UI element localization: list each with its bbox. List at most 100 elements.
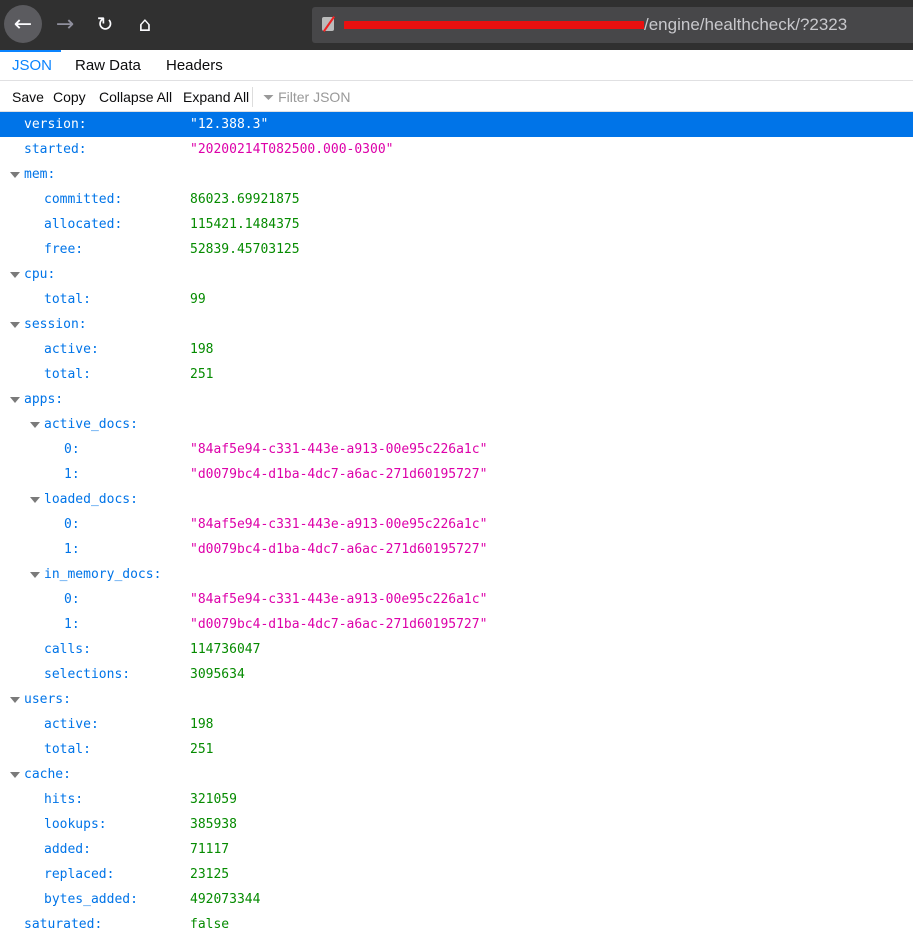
collapse-all-button[interactable]: Collapse All [99, 89, 172, 105]
browser-toolbar: ← → ↻ ⌂ /engine/healthcheck/?2323 [0, 0, 913, 50]
tab-headers[interactable]: Headers [166, 57, 223, 74]
expand-triangle-icon[interactable] [10, 272, 20, 278]
json-row[interactable]: 1: "d0079bc4-d1ba-4dc7-a6ac-271d60195727" [0, 537, 913, 562]
json-value: 492073344 [190, 892, 261, 907]
json-row[interactable]: 0: "84af5e94-c331-443e-a913-00e95c226a1c" [0, 587, 913, 612]
json-row[interactable]: cpu: [0, 262, 913, 287]
json-value: "84af5e94-c331-443e-a913-00e95c226a1c" [190, 517, 488, 532]
json-key: 1: [64, 467, 80, 482]
json-row[interactable]: 1: "d0079bc4-d1ba-4dc7-a6ac-271d60195727" [0, 612, 913, 637]
json-value: "84af5e94-c331-443e-a913-00e95c226a1c" [190, 592, 488, 607]
arrow-right-icon: → [55, 11, 75, 37]
json-row[interactable]: allocated: 115421.1484375 [0, 212, 913, 237]
json-row[interactable]: started: "20200214T082500.000-0300" [0, 137, 913, 162]
json-row[interactable]: saturated: false [0, 912, 913, 937]
json-row[interactable]: cache: [0, 762, 913, 787]
json-key: calls: [44, 642, 91, 657]
json-row[interactable]: lookups: 385938 [0, 812, 913, 837]
json-row[interactable]: replaced: 23125 [0, 862, 913, 887]
json-value: "12.388.3" [190, 117, 269, 132]
redacted-url-part [344, 16, 644, 35]
json-key: 1: [64, 617, 80, 632]
toolbar-divider [252, 87, 253, 107]
json-row[interactable]: apps: [0, 387, 913, 412]
tab-raw-data[interactable]: Raw Data [75, 57, 141, 74]
expand-all-button[interactable]: Expand All [183, 89, 249, 105]
json-row[interactable]: total: 251 [0, 362, 913, 387]
expand-triangle-icon[interactable] [30, 572, 40, 578]
json-row[interactable]: total: 99 [0, 287, 913, 312]
json-key: mem: [24, 167, 56, 182]
json-row[interactable]: 0: "84af5e94-c331-443e-a913-00e95c226a1c" [0, 437, 913, 462]
json-row[interactable]: active: 198 [0, 337, 913, 362]
json-row[interactable]: 1: "d0079bc4-d1ba-4dc7-a6ac-271d60195727" [0, 462, 913, 487]
json-key: saturated: [24, 917, 103, 932]
expand-triangle-icon[interactable] [10, 172, 20, 178]
expand-triangle-icon[interactable] [10, 322, 20, 328]
json-value: 71117 [190, 842, 230, 857]
home-button[interactable]: ⌂ [126, 5, 164, 43]
json-value: "84af5e94-c331-443e-a913-00e95c226a1c" [190, 442, 488, 457]
tab-json[interactable]: JSON [12, 57, 52, 74]
reload-icon: ↻ [96, 12, 114, 36]
json-key: bytes_added: [44, 892, 138, 907]
json-value: "20200214T082500.000-0300" [190, 142, 394, 157]
json-value: 198 [190, 342, 214, 357]
json-row[interactable]: mem: [0, 162, 913, 187]
json-key: committed: [44, 192, 123, 207]
json-value: false [190, 917, 230, 932]
save-button[interactable]: Save [12, 89, 44, 105]
json-row[interactable]: added: 71117 [0, 837, 913, 862]
filter-json-input[interactable]: ⏷ Filter JSON [263, 89, 350, 106]
json-row[interactable]: session: [0, 312, 913, 337]
home-icon: ⌂ [138, 12, 152, 36]
json-row[interactable]: version: "12.388.3" [0, 112, 913, 137]
reload-button[interactable]: ↻ [86, 5, 124, 43]
json-value: 251 [190, 367, 214, 382]
viewer-tabs: JSON Raw Data Headers [0, 50, 913, 81]
json-key: 1: [64, 542, 80, 557]
json-row[interactable]: committed: 86023.69921875 [0, 187, 913, 212]
expand-triangle-icon[interactable] [10, 397, 20, 403]
json-row[interactable]: users: [0, 687, 913, 712]
json-key: total: [44, 292, 91, 307]
json-row[interactable]: bytes_added: 492073344 [0, 887, 913, 912]
json-value: 52839.45703125 [190, 242, 300, 257]
json-key: 0: [64, 592, 80, 607]
json-row[interactable]: free: 52839.45703125 [0, 237, 913, 262]
expand-triangle-icon[interactable] [10, 772, 20, 778]
json-key: users: [24, 692, 71, 707]
json-key: hits: [44, 792, 84, 807]
json-value: 115421.1484375 [190, 217, 300, 232]
forward-button[interactable]: → [46, 5, 84, 43]
json-value: 198 [190, 717, 214, 732]
json-key: started: [24, 142, 87, 157]
json-key: lookups: [44, 817, 107, 832]
json-row[interactable]: active: 198 [0, 712, 913, 737]
copy-button[interactable]: Copy [53, 89, 86, 105]
json-key: active: [44, 342, 99, 357]
json-row[interactable]: calls: 114736047 [0, 637, 913, 662]
json-key: in_memory_docs: [44, 567, 162, 582]
json-key: apps: [24, 392, 64, 407]
expand-triangle-icon[interactable] [10, 697, 20, 703]
json-value: "d0079bc4-d1ba-4dc7-a6ac-271d60195727" [190, 542, 488, 557]
json-row[interactable]: in_memory_docs: [0, 562, 913, 587]
expand-triangle-icon[interactable] [30, 422, 40, 428]
expand-triangle-icon[interactable] [30, 497, 40, 503]
json-toolbar: Save Copy Collapse All Expand All ⏷ Filt… [0, 81, 913, 112]
json-row[interactable]: total: 251 [0, 737, 913, 762]
json-value: "d0079bc4-d1ba-4dc7-a6ac-271d60195727" [190, 617, 488, 632]
json-row[interactable]: 0: "84af5e94-c331-443e-a913-00e95c226a1c" [0, 512, 913, 537]
back-button[interactable]: ← [4, 5, 42, 43]
json-row[interactable]: hits: 321059 [0, 787, 913, 812]
json-key: replaced: [44, 867, 115, 882]
json-row[interactable]: active_docs: [0, 412, 913, 437]
url-bar[interactable]: /engine/healthcheck/?2323 [312, 7, 913, 43]
json-value: 86023.69921875 [190, 192, 300, 207]
url-text: /engine/healthcheck/?2323 [644, 15, 848, 34]
json-row[interactable]: loaded_docs: [0, 487, 913, 512]
json-row[interactable]: selections: 3095634 [0, 662, 913, 687]
json-key: active: [44, 717, 99, 732]
filter-placeholder: Filter JSON [278, 89, 351, 105]
